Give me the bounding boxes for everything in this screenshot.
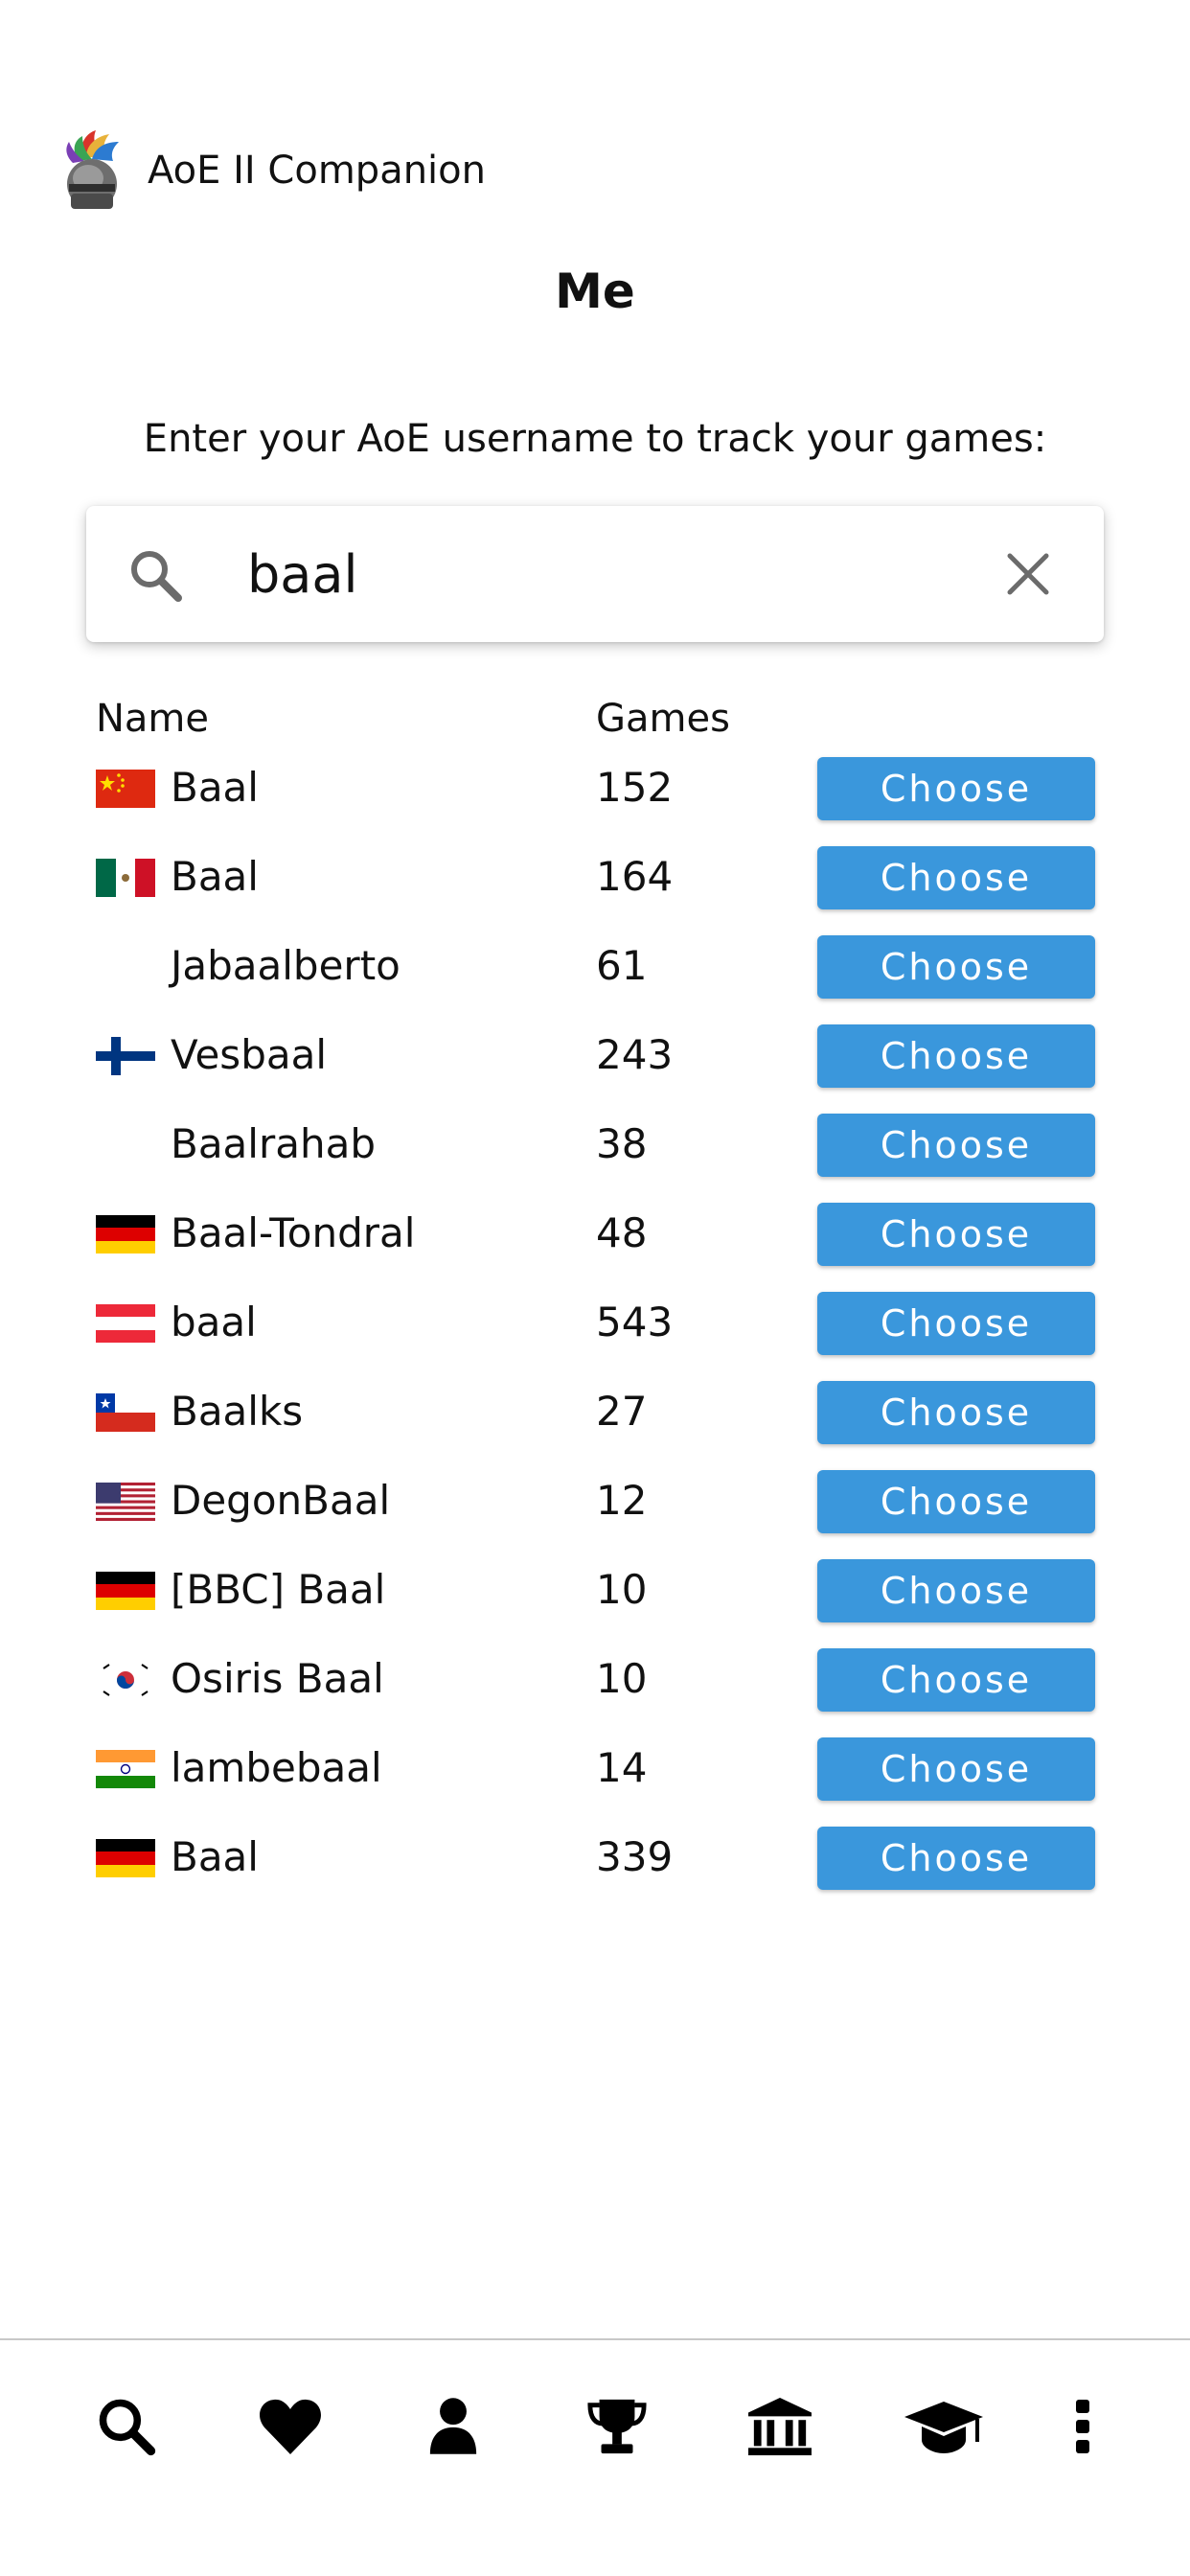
player-name: [BBC] Baal [171,1566,386,1613]
flag-cl-icon [96,1393,155,1432]
flag-in-icon [96,1750,155,1788]
player-name: Baal [171,853,259,900]
player-name: DegonBaal [171,1477,391,1524]
choose-button[interactable]: Choose [817,1024,1095,1088]
table-row: Osiris Baal 10 Choose [0,1641,1190,1730]
flag-mx-icon [96,859,155,897]
player-name: Osiris Baal [171,1655,384,1702]
nav-search-icon[interactable] [79,2379,174,2474]
choose-button[interactable]: Choose [817,757,1095,820]
nav-graduation-cap-icon[interactable] [896,2379,992,2474]
flag-kr-icon [96,1661,155,1699]
games-count: 38 [596,1120,648,1167]
nav-trophy-icon[interactable] [569,2379,665,2474]
flag-de-icon [96,1215,155,1254]
nav-user-icon[interactable] [405,2379,501,2474]
close-icon[interactable] [1004,550,1052,598]
knight-helmet-icon [54,128,128,213]
choose-button[interactable]: Choose [817,1648,1095,1712]
choose-button[interactable]: Choose [817,1470,1095,1533]
table-row: Baalrahab 38 Choose [0,1106,1190,1195]
search-input[interactable] [247,531,1033,617]
table-row: Baalks 27 Choose [0,1373,1190,1462]
nav-heart-icon[interactable] [242,2379,338,2474]
games-count: 61 [596,942,648,989]
games-count: 10 [596,1566,648,1613]
flag-fi-icon [96,1037,155,1075]
table-row: Baal-Tondral 48 Choose [0,1195,1190,1284]
flag-at-icon [96,1304,155,1343]
flag-de-icon [96,1572,155,1610]
table-row: Jabaalberto 61 Choose [0,928,1190,1017]
games-count: 14 [596,1744,648,1791]
games-count: 10 [596,1655,648,1702]
player-name: Baalks [171,1388,304,1435]
table-row: lambebaal 14 Choose [0,1730,1190,1819]
player-name: lambebaal [171,1744,382,1791]
column-header-name: Name [96,697,210,741]
player-name: Baalrahab [171,1120,376,1167]
choose-button[interactable]: Choose [817,1381,1095,1444]
player-name: Baal [171,764,259,811]
flag-de-icon [96,1839,155,1877]
choose-button[interactable]: Choose [817,1114,1095,1177]
games-count: 243 [596,1031,674,1078]
instruction-text: Enter your AoE username to track your ga… [143,417,1047,461]
games-count: 543 [596,1299,674,1346]
choose-button[interactable]: Choose [817,1292,1095,1355]
games-count: 27 [596,1388,648,1435]
page-title: Me [555,264,635,319]
table-row: Vesbaal 243 Choose [0,1017,1190,1106]
bottom-nav [0,2338,1190,2576]
games-count: 12 [596,1477,648,1524]
player-name: Baal [171,1833,259,1880]
results-list: Baal 152 Choose Baal 164 Choose Jabaalberto 61 C… [0,749,1190,1908]
choose-button[interactable]: Choose [817,846,1095,909]
games-count: 164 [596,853,674,900]
player-name: Vesbaal [171,1031,327,1078]
games-count: 339 [596,1833,674,1880]
table-row: baal 543 Choose [0,1284,1190,1373]
nav-more-vertical-icon[interactable] [1035,2379,1131,2474]
column-header-games: Games [596,697,730,741]
table-row: [BBC] Baal 10 Choose [0,1552,1190,1641]
choose-button[interactable]: Choose [817,1559,1095,1622]
games-count: 48 [596,1209,648,1256]
choose-button[interactable]: Choose [817,1737,1095,1801]
table-row: Baal 164 Choose [0,839,1190,928]
table-row: Baal 339 Choose [0,1819,1190,1908]
choose-button[interactable]: Choose [817,1203,1095,1266]
player-name: baal [171,1299,257,1346]
table-row: DegonBaal 12 Choose [0,1462,1190,1552]
choose-button[interactable]: Choose [817,1827,1095,1890]
table-row: Baal 152 Choose [0,749,1190,839]
flag-cn-icon [96,770,155,808]
choose-button[interactable]: Choose [817,935,1095,999]
app-title: AoE II Companion [148,149,486,193]
search-box [86,506,1104,642]
nav-museum-icon[interactable] [732,2379,828,2474]
games-count: 152 [596,764,674,811]
flag-us-icon [96,1483,155,1521]
player-name: Jabaalberto [171,942,400,989]
app-header: AoE II Companion [0,0,1190,220]
search-icon [126,546,184,604]
player-name: Baal-Tondral [171,1209,416,1256]
